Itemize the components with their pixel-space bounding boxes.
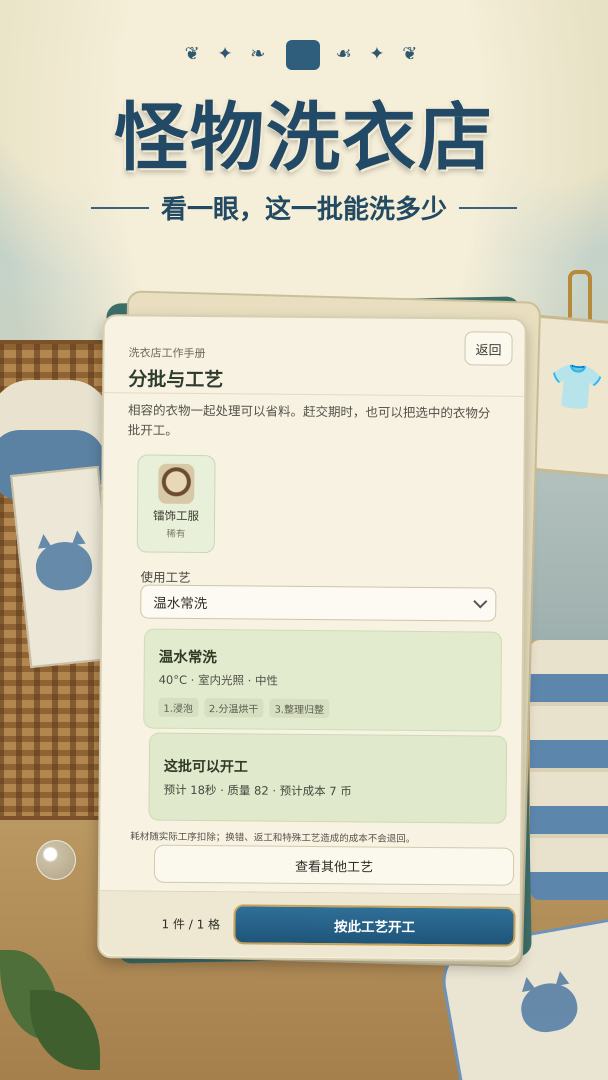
item-name: 镭饰工服 — [153, 508, 200, 524]
manual-label: 洗衣店工作手册 — [128, 346, 206, 361]
page-title: 分批与工艺 — [128, 368, 224, 392]
batch-craft-panel: 洗衣店工作手册 返回 分批与工艺 相容的衣物一起处理可以省料。赶交期时，也可以把… — [97, 314, 527, 962]
panel-footer: 1 件 / 1 格 按此工艺开工 — [99, 890, 520, 959]
craft-step-chip: 2.分温烘干 — [203, 698, 264, 718]
batch-status-meta: 预计 18秒 · 质量 82 · 预计成本 7 币 — [163, 782, 352, 799]
back-button[interactable]: 返回 — [464, 331, 513, 366]
craft-meta: 40°C · 室内光照 · 中性 — [158, 672, 279, 688]
item-count: 1 件 / 1 格 — [161, 917, 221, 932]
craft-name: 温水常洗 — [158, 649, 217, 667]
cost-note: 耗材随实际工序扣除；换错、返工和特殊工艺造成的成本不会退回。 — [130, 831, 416, 845]
item-rarity: 稀有 — [166, 528, 186, 540]
craft-select-value: 温水常洗 — [153, 595, 208, 613]
shirt-icon — [158, 463, 195, 504]
towel-stack — [530, 640, 608, 900]
shirt-icon — [286, 40, 321, 70]
panel-content: 洗衣店工作手册 返回 分批与工艺 相容的衣物一起处理可以省料。赶交期时，也可以把… — [99, 316, 525, 959]
chevron-down-icon — [473, 594, 488, 609]
craft-detail-box: 温水常洗 40°C · 室内光照 · 中性 1.浸泡 2.分温烘干 3.整理归整 — [143, 628, 503, 732]
garment-item-card[interactable]: 镭饰工服 稀有 — [136, 454, 216, 554]
monster-icon — [33, 539, 95, 593]
title-ornament: ❦ ✦ ❧ ☙ ✦ ❦ — [0, 40, 608, 70]
header-divider — [104, 392, 525, 397]
batch-status-box: 这批可以开工 预计 18秒 · 质量 82 · 预计成本 7 币 — [148, 732, 508, 824]
divider-line — [90, 206, 149, 209]
monster-icon — [517, 979, 581, 1037]
bubble-icon — [36, 840, 76, 880]
app-subtitle: 看一眼，这一批能洗多少 — [160, 195, 447, 225]
batch-status-title: 这批可以开工 — [163, 758, 248, 776]
craft-step-chip: 1.浸泡 — [158, 697, 199, 718]
subtitle-row: 看一眼，这一批能洗多少 — [0, 189, 608, 226]
craft-step-chip: 3.整理归整 — [269, 698, 330, 719]
shirt-icon: 👕 — [546, 359, 606, 416]
craft-select[interactable]: 温水常洗 — [140, 584, 497, 622]
craft-select-label: 使用工艺 — [140, 569, 191, 585]
view-other-crafts-button[interactable]: 查看其他工艺 — [153, 844, 515, 886]
craft-steps: 1.浸泡 2.分温烘干 3.整理归整 — [158, 697, 330, 719]
title-banner: ❦ ✦ ❧ ☙ ✦ ❦ 怪物洗衣店 看一眼，这一批能洗多少 — [0, 40, 608, 226]
divider-line — [459, 206, 517, 209]
description-text: 相容的衣物一起处理可以省料。赶交期时，也可以把选中的衣物分批开工。 — [127, 402, 491, 438]
start-craft-button[interactable]: 按此工艺开工 — [233, 904, 516, 947]
app-title: 怪物洗衣店 — [114, 95, 494, 181]
